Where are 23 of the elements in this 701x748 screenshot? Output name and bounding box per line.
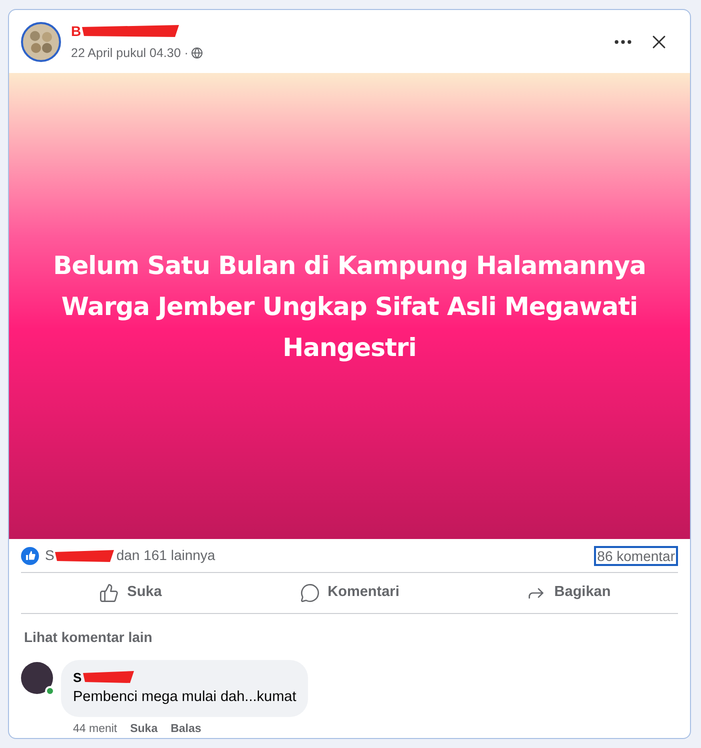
redaction-mark bbox=[82, 670, 136, 684]
redaction-mark bbox=[54, 548, 116, 563]
share-action-button[interactable]: Bagikan bbox=[459, 573, 678, 612]
likers-summary[interactable]: dan 161 lainnya bbox=[116, 545, 216, 566]
speech-bubble-icon bbox=[300, 582, 320, 603]
page-avatar[interactable] bbox=[21, 22, 61, 62]
author-name[interactable]: B bbox=[71, 20, 82, 42]
post-timestamp[interactable]: 22 April pukul 04.30 · bbox=[71, 44, 188, 62]
comment-action-button[interactable]: Komentari bbox=[240, 573, 459, 612]
commenter-name[interactable]: S bbox=[73, 668, 82, 687]
like-action-button[interactable]: Suka bbox=[21, 573, 240, 612]
likers-initial[interactable]: S bbox=[45, 545, 54, 566]
commenter-avatar[interactable] bbox=[21, 662, 53, 694]
comment-text: Pembenci mega mulai dah...kumat bbox=[73, 688, 296, 707]
comment-reply-link[interactable]: Balas bbox=[170, 720, 202, 738]
comment-like-link[interactable]: Suka bbox=[130, 720, 158, 738]
comment-time[interactable]: 44 menit bbox=[73, 720, 118, 738]
thumbs-up-icon bbox=[99, 582, 120, 603]
headline-text: Belum Satu Bulan di Kampung Halamannya Warga Jember Ungkap Sifat Asli Megawati Hangestri bbox=[52, 250, 647, 364]
globe-icon bbox=[191, 47, 204, 60]
more-comments-link[interactable]: Lihat komentar lain bbox=[24, 628, 152, 644]
like-reaction-icon bbox=[21, 546, 39, 565]
comment-count-link[interactable]: 86 komentar bbox=[594, 546, 678, 566]
